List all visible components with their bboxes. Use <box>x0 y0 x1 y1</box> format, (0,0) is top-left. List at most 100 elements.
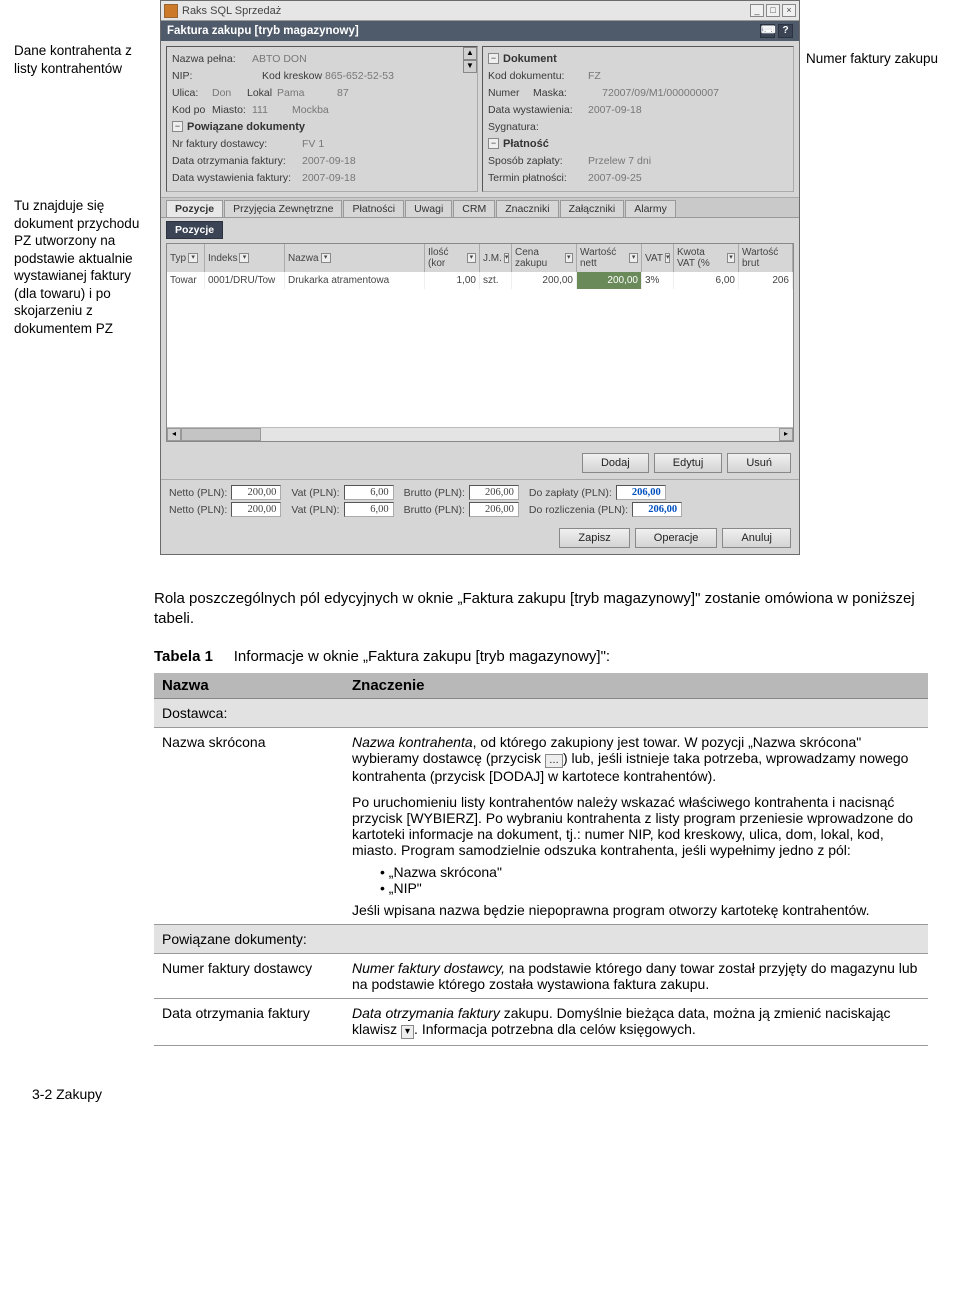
scroll-up-icon[interactable]: ▲ <box>463 47 477 60</box>
col-cena-zakupu[interactable]: Cena zakupu <box>515 247 563 269</box>
val-sposob-zaplaty[interactable]: Przelew 7 dni <box>588 155 651 167</box>
dropdown-icon[interactable]: ▾ <box>467 253 476 263</box>
dropdown-icon[interactable]: ▾ <box>727 253 735 263</box>
tab-platnosci[interactable]: Płatności <box>343 200 404 217</box>
document-title: Faktura zakupu [tryb magazynowy] <box>167 25 359 37</box>
zapisz-button[interactable]: Zapisz <box>559 528 629 548</box>
scroll-down-icon[interactable]: ▼ <box>463 60 477 73</box>
screenshot-window: Raks SQL Sprzedaż _ □ × Faktura zakupu [… <box>160 0 800 555</box>
page-footer: 3-2 Zakupy <box>14 1046 946 1102</box>
list-item: „NIP" <box>380 880 920 896</box>
col-ilosc[interactable]: Ilość (kor <box>428 247 465 269</box>
val-netto: 200,00 <box>231 485 281 500</box>
col-nazwa[interactable]: Nazwa <box>288 253 319 264</box>
minimize-button[interactable]: _ <box>750 4 764 17</box>
tab-uwagi[interactable]: Uwagi <box>405 200 452 217</box>
lbl-netto-2: Netto (PLN): <box>169 504 227 516</box>
operacje-button[interactable]: Operacje <box>635 528 718 548</box>
col-typ[interactable]: Typ <box>170 253 186 264</box>
val-brutto-2: 206,00 <box>469 502 519 517</box>
lbl-nip: NIP: <box>172 70 212 82</box>
subtab-pozycje[interactable]: Pozycje <box>166 221 223 239</box>
col-vat[interactable]: VAT <box>645 253 663 264</box>
col-jm[interactable]: J.M. <box>483 253 502 264</box>
lbl-data-otrzymania: Data otrzymania faktury: <box>172 155 302 167</box>
row-numer-faktury-dostawcy-desc: Numer faktury dostawcy, na podstawie któ… <box>344 953 928 998</box>
row-data-otrzymania-label: Data otrzymania faktury <box>154 998 344 1045</box>
figure-area: Dane kontrahenta z listy kontrahentów Tu… <box>14 0 946 555</box>
help-icon[interactable]: ? <box>778 24 793 38</box>
col-kwota-vat[interactable]: Kwota VAT (% <box>677 247 725 269</box>
val-data-wystawienia-faktury[interactable]: 2007-09-18 <box>302 172 356 184</box>
dropdown-icon[interactable]: ▾ <box>188 253 198 263</box>
val-maska: 2007/09/M1/000000007 <box>608 87 719 99</box>
tab-przyjecia-zewnetrzne[interactable]: Przyjęcia Zewnętrzne <box>224 200 342 217</box>
close-window-button[interactable]: × <box>782 4 796 17</box>
collapse-dokument-button[interactable]: − <box>488 53 499 64</box>
caption-text: Informacje w oknie „Faktura zakupu [tryb… <box>234 648 610 665</box>
hdr-platnosc: Płatność <box>503 138 549 150</box>
lbl-data-wystawienia-faktury: Data wystawienia faktury: <box>172 172 302 184</box>
val-data-otrzymania[interactable]: 2007-09-18 <box>302 155 356 167</box>
tab-alarmy[interactable]: Alarmy <box>625 200 676 217</box>
dropdown-icon[interactable]: ▾ <box>665 253 671 263</box>
tab-pozycje[interactable]: Pozycje <box>166 200 223 217</box>
val-data-wystawienia[interactable]: 2007-09-18 <box>588 104 642 116</box>
annotation-kontrahent: Dane kontrahenta z listy kontrahentów <box>14 42 154 77</box>
maximize-button[interactable]: □ <box>766 4 780 17</box>
dropdown-icon[interactable]: ▾ <box>504 253 510 263</box>
scrollbar-thumb[interactable] <box>181 428 261 441</box>
lbl-numer: Numer <box>488 87 533 99</box>
th-znaczenie: Znaczenie <box>344 673 928 699</box>
edytuj-button[interactable]: Edytuj <box>654 453 723 473</box>
keyboard-icon[interactable]: ⌨ <box>760 24 775 38</box>
dropdown-button-icon: ▾ <box>401 1025 414 1039</box>
val-termin-platnosci[interactable]: 2007-09-25 <box>588 172 642 184</box>
lbl-netto: Netto (PLN): <box>169 487 227 499</box>
lbl-do-zaplaty: Do zapłaty (PLN): <box>529 487 612 499</box>
val-nr-faktury-dostawcy[interactable]: FV 1 <box>302 138 324 150</box>
lbl-lokal: Lokal <box>247 87 277 99</box>
val-lokal: Pama <box>277 87 337 99</box>
lbl-sposob-zaplaty: Sposób zapłaty: <box>488 155 588 167</box>
collapse-powiazane-button[interactable]: − <box>172 121 183 132</box>
scroll-right-icon[interactable]: ▸ <box>779 428 793 441</box>
col-indeks[interactable]: Indeks <box>208 253 237 264</box>
val-ulica: Don <box>212 87 247 99</box>
panel-dokument: −Dokument Kod dokumentu:FZ NumerMaska:72… <box>482 46 794 192</box>
cell-wartosc-netto: 200,00 <box>577 272 642 289</box>
dodaj-button[interactable]: Dodaj <box>582 453 649 473</box>
th-nazwa: Nazwa <box>154 673 344 699</box>
app-icon <box>164 4 178 18</box>
dropdown-icon[interactable]: ▾ <box>321 253 331 263</box>
scroll-left-icon[interactable]: ◂ <box>167 428 181 441</box>
grid-row[interactable]: Towar 0001/DRU/Tow Drukarka atramentowa … <box>167 272 793 289</box>
section-powiazane: Powiązane dokumenty: <box>154 924 928 953</box>
collapse-platnosc-button[interactable]: − <box>488 138 499 149</box>
usun-button[interactable]: Usuń <box>727 453 791 473</box>
val-kod-kreskowy: 865-652-52-53 <box>325 70 394 82</box>
dropdown-icon[interactable]: ▾ <box>629 253 638 263</box>
anuluj-button[interactable]: Anuluj <box>722 528 791 548</box>
val-nazwa-pelna: ABTO DON <box>252 53 307 65</box>
col-wartosc-netto[interactable]: Wartość nett <box>580 247 627 269</box>
tab-znaczniki[interactable]: Znaczniki <box>496 200 558 217</box>
lbl-vat: Vat (PLN): <box>291 487 339 499</box>
dropdown-icon[interactable]: ▾ <box>565 253 573 263</box>
hdr-dokument: Dokument <box>503 53 557 65</box>
lbl-brutto: Brutto (PLN): <box>404 487 465 499</box>
horizontal-scrollbar[interactable]: ◂ ▸ <box>167 427 793 441</box>
dropdown-icon[interactable]: ▾ <box>239 253 249 263</box>
tab-zalaczniki[interactable]: Załączniki <box>560 200 625 217</box>
cell-wartosc-brutto: 206 <box>739 272 793 289</box>
lbl-maska: Maska: <box>533 87 578 99</box>
panel-dostawca: ▲▼ Nazwa pełna:ABTO DON NIP:Kod kreskow … <box>166 46 478 192</box>
col-wartosc-brutto[interactable]: Wartość brut <box>742 247 789 269</box>
lbl-data-wystawienia: Data wystawienia: <box>488 104 588 116</box>
lbl-sygnatura: Sygnatura: <box>488 121 588 133</box>
paragraph-intro: Rola poszczególnych pól edycyjnych w okn… <box>14 589 946 630</box>
lbl-nr-faktury-dostawcy: Nr faktury dostawcy: <box>172 138 302 150</box>
tab-crm[interactable]: CRM <box>453 200 495 217</box>
cell-kwota-vat: 6,00 <box>674 272 739 289</box>
annotation-numer-faktury: Numer faktury zakupu <box>806 50 946 68</box>
